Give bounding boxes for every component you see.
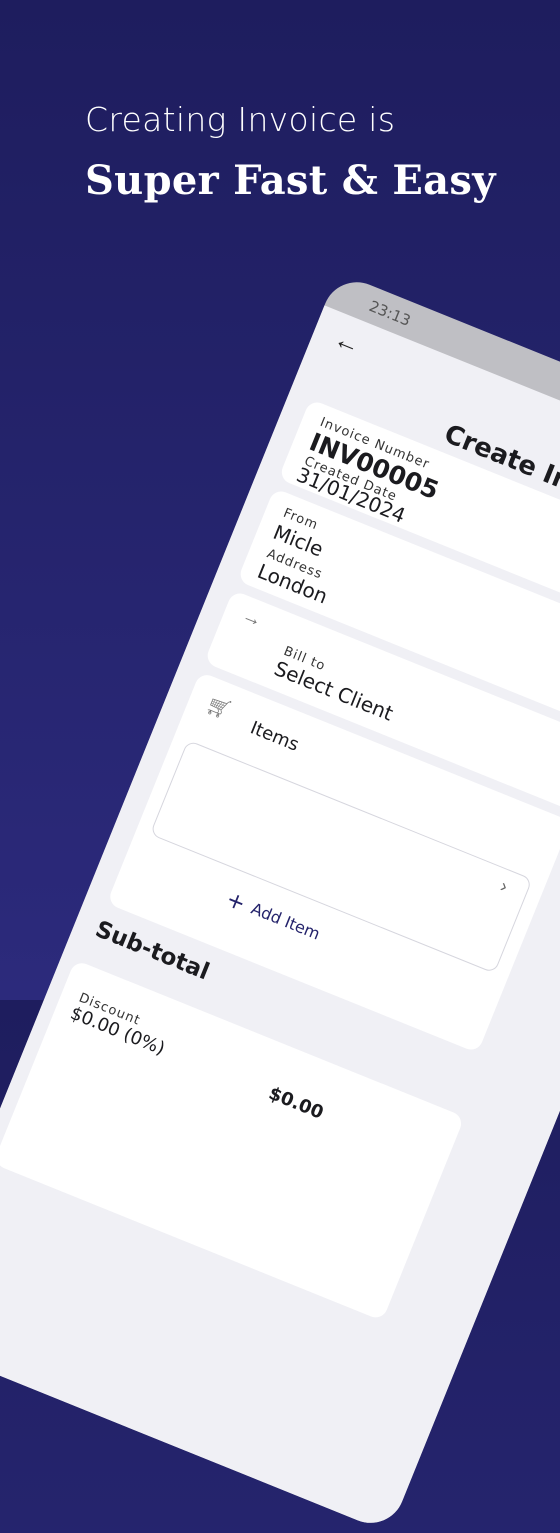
- back-arrow-icon[interactable]: ←: [330, 323, 366, 361]
- phone-mockup: 23:13 ← Create Invoice Invoice Number IN…: [0, 272, 560, 1533]
- chevron-right-icon: ›: [497, 876, 510, 898]
- cart-icon: 🛒︎: [202, 691, 235, 724]
- items-label: Items: [247, 717, 302, 755]
- promo-line-2: Super Fast & Easy: [85, 157, 496, 204]
- app-screen: ← Create Invoice Invoice Number INV00005…: [0, 305, 560, 1533]
- arrow-right-icon: →: [238, 604, 265, 633]
- add-item-label: Add Item: [249, 899, 323, 944]
- plus-icon: +: [223, 887, 249, 917]
- promo-headline: Creating Invoice is Super Fast & Easy: [85, 100, 496, 204]
- promo-line-1: Creating Invoice is: [85, 100, 496, 139]
- subtotal-amount: $0.00: [266, 1083, 327, 1124]
- items-list-box[interactable]: ›: [150, 740, 533, 974]
